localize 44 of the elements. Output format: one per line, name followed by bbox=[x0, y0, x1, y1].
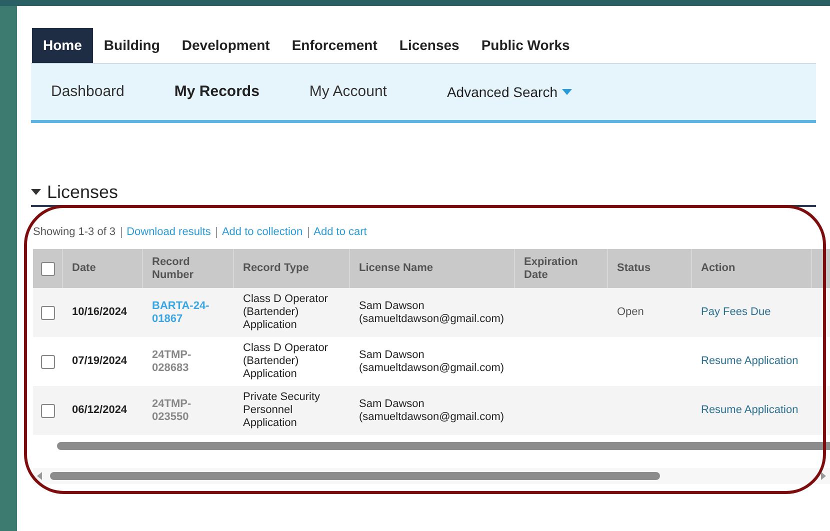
column-header: Status bbox=[617, 262, 651, 275]
checkbox[interactable] bbox=[40, 262, 54, 276]
table-cell-text: 24TMP-028683 bbox=[152, 348, 192, 374]
table-cell-text: 10/16/2024 bbox=[72, 305, 128, 320]
table-cell-text: Private Security Personnel Application bbox=[243, 391, 322, 430]
table-cell-text: Class D Operator (Bartender) Application bbox=[243, 293, 329, 332]
action-link[interactable]: Resume Application bbox=[701, 353, 798, 370]
column-header: Action bbox=[701, 262, 736, 275]
scroll-left-icon[interactable] bbox=[37, 472, 42, 480]
table-cell-text: Sam Dawson (samueltdawson@gmail.com) bbox=[359, 398, 506, 424]
column-header: Record Type bbox=[243, 262, 309, 275]
scrollbar-thumb[interactable] bbox=[57, 442, 830, 450]
table-cell-text: 06/12/2024 bbox=[72, 403, 128, 418]
column-header: Date bbox=[72, 262, 96, 275]
nav-tab[interactable]: Public Works bbox=[470, 28, 581, 63]
checkbox[interactable] bbox=[41, 306, 55, 320]
scrollbar-thumb[interactable] bbox=[50, 472, 660, 480]
nav-tab[interactable]: Home bbox=[32, 28, 93, 63]
table-cell-text: Class D Operator (Bartender) Application bbox=[243, 342, 329, 381]
nav-tab[interactable]: Development bbox=[170, 28, 281, 63]
column-header: Record Number bbox=[152, 256, 195, 282]
checkbox[interactable] bbox=[41, 354, 55, 368]
nav-tab[interactable]: Building bbox=[92, 28, 171, 63]
nav-link[interactable]: My Records bbox=[154, 80, 280, 104]
dropdown-menu[interactable]: Advanced Search bbox=[446, 82, 572, 102]
scroll-right-icon[interactable] bbox=[821, 472, 826, 480]
column-header: License Name bbox=[359, 262, 433, 275]
caret-icon bbox=[562, 89, 572, 95]
action-link[interactable]: Pay Fees Due bbox=[701, 304, 771, 321]
section-title: Licenses bbox=[47, 180, 118, 204]
results-count: Showing 1-3 of 3 bbox=[33, 224, 116, 240]
table-cell-text: 24TMP-023550 bbox=[152, 398, 192, 424]
nav-link[interactable]: Dashboard bbox=[31, 80, 144, 104]
nav-tab[interactable]: Licenses bbox=[388, 28, 470, 63]
table-cell-text: 07/19/2024 bbox=[72, 354, 128, 370]
column-header: Expiration Date bbox=[524, 256, 579, 282]
table-cell-text: Open bbox=[617, 305, 644, 320]
checkbox[interactable] bbox=[41, 404, 55, 418]
nav-tab[interactable]: Enforcement bbox=[280, 28, 388, 63]
table-cell-text: Sam Dawson (samueltdawson@gmail.com) bbox=[359, 300, 506, 326]
collapse-arrow-icon[interactable] bbox=[31, 189, 41, 195]
action-link[interactable]: Resume Application bbox=[701, 402, 798, 419]
table-cell-text: Sam Dawson (samueltdawson@gmail.com) bbox=[359, 348, 506, 374]
nav-link[interactable]: My Account bbox=[289, 80, 407, 104]
